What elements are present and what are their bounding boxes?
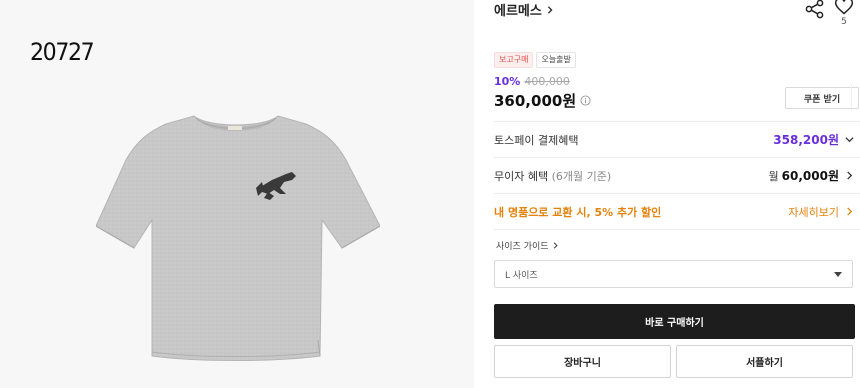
- size-selected-value: L 사이즈: [505, 270, 538, 281]
- divider: [494, 229, 860, 230]
- product-image-panel[interactable]: 20727: [0, 0, 474, 388]
- sale-price: 360,000원: [494, 92, 577, 110]
- product-tags: 보고구매 오늘출발: [494, 52, 576, 68]
- installment-label: 무이자 혜택 (6개월 기준): [494, 168, 611, 184]
- size-guide-label: 사이즈 가이드: [496, 242, 549, 252]
- trade-in-row[interactable]: 내 명품으로 교환 시, 5% 추가 할인 자세히보기: [494, 193, 860, 229]
- installment-value: 60,000원: [781, 169, 839, 183]
- heart-icon: [834, 0, 854, 15]
- coupon-button[interactable]: 쿠폰 받기: [785, 87, 859, 109]
- sample-button[interactable]: 서플하기: [676, 345, 853, 378]
- original-price: 400,000: [524, 75, 570, 88]
- scrollbar-edge[interactable]: [851, 84, 855, 110]
- toss-benefit-label: 토스페이 결제혜택: [494, 133, 579, 147]
- chevron-right-icon: [847, 171, 853, 180]
- caret-down-icon: [834, 271, 842, 277]
- chevron-right-icon: [553, 242, 558, 249]
- tag-same-day-shipping: 오늘출발: [536, 52, 576, 68]
- installment-prefix: 월: [768, 169, 779, 183]
- discount-row: 10% 400,000: [494, 75, 570, 88]
- like-count: 5: [841, 17, 847, 27]
- share-icon[interactable]: [804, 0, 826, 20]
- chevron-down-icon: [845, 137, 854, 143]
- trade-in-detail-link[interactable]: 자세히보기: [788, 204, 839, 220]
- product-info-panel: 에르메스 5 보고구매 오늘출발 10% 400,000 360,000원 쿠폰…: [474, 0, 860, 388]
- brand-link[interactable]: 에르메스: [494, 0, 554, 19]
- installment-row[interactable]: 무이자 혜택 (6개월 기준) 월 60,000원: [494, 157, 860, 193]
- tag-see-and-buy: 보고구매: [494, 52, 534, 68]
- product-image-tshirt: [96, 115, 380, 361]
- trade-in-label: 내 명품으로 교환 시, 5% 추가 할인: [494, 205, 662, 219]
- buy-now-button[interactable]: 바로 구매하기: [494, 304, 855, 339]
- size-select[interactable]: L 사이즈: [494, 260, 853, 288]
- toss-benefit-row[interactable]: 토스페이 결제혜택 358,200원: [494, 121, 860, 157]
- price-row: 360,000원: [494, 90, 591, 111]
- installment-sub: (6개월 기준): [551, 169, 612, 183]
- product-code-overlay: 20727: [30, 38, 95, 66]
- installment-label-text: 무이자 혜택: [494, 169, 549, 183]
- info-icon[interactable]: [580, 95, 591, 106]
- add-to-cart-button[interactable]: 장바구니: [494, 345, 671, 378]
- discount-rate: 10%: [494, 75, 521, 88]
- size-guide-link[interactable]: 사이즈 가이드: [496, 239, 559, 252]
- chevron-right-icon: [547, 5, 553, 14]
- chevron-right-icon: [847, 207, 853, 216]
- toss-benefit-value: 358,200원: [773, 133, 839, 147]
- brand-name: 에르메스: [494, 4, 542, 19]
- like-button[interactable]: 5: [833, 0, 855, 27]
